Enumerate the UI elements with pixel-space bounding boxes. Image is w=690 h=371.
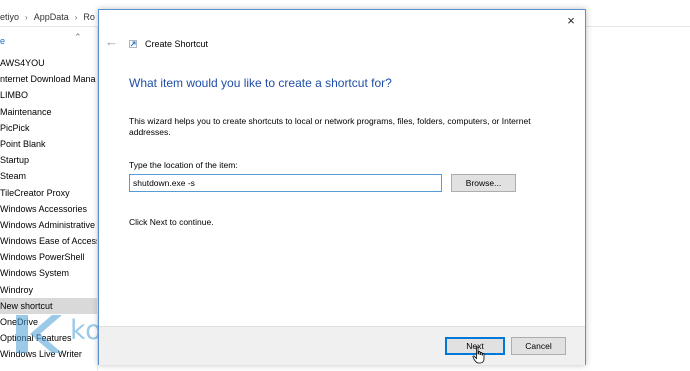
breadcrumb-item[interactable]: AppData: [34, 12, 69, 22]
navigation-pane: AWS4YOU nternet Download Mana LIMBO Main…: [0, 55, 97, 363]
nav-item[interactable]: Windroy: [0, 282, 97, 298]
nav-item[interactable]: AWS4YOU: [0, 55, 97, 71]
shortcut-icon: [129, 40, 137, 48]
nav-item[interactable]: Startup: [0, 152, 97, 168]
nav-item[interactable]: Windows Administrative: [0, 217, 97, 233]
continue-hint: Click Next to continue.: [129, 217, 214, 227]
chevron-right-icon: ›: [25, 12, 28, 22]
nav-pane-header-label: e: [0, 36, 6, 46]
location-input[interactable]: shutdown.exe -s: [129, 174, 442, 192]
chevron-right-icon: ›: [74, 12, 78, 22]
nav-item[interactable]: Windows System: [0, 265, 97, 281]
mouse-cursor-icon: [472, 346, 485, 364]
nav-item[interactable]: Windows Accessories: [0, 201, 97, 217]
nav-item[interactable]: nternet Download Mana: [0, 71, 97, 87]
dialog-footer: Next Cancel: [99, 326, 585, 365]
nav-item[interactable]: TileCreator Proxy: [0, 185, 97, 201]
location-label: Type the location of the item:: [129, 160, 238, 170]
wizard-heading: What item would you like to create a sho…: [129, 76, 392, 90]
breadcrumb-item[interactable]: etiyo: [0, 12, 19, 22]
nav-item[interactable]: PicPick: [0, 120, 97, 136]
wizard-description: This wizard helps you to create shortcut…: [129, 116, 531, 137]
nav-item[interactable]: Optional Features: [0, 330, 97, 346]
close-icon[interactable]: ×: [563, 13, 579, 29]
cancel-button[interactable]: Cancel: [511, 337, 566, 355]
nav-item[interactable]: Windows Live Writer: [0, 346, 97, 362]
dialog-title: Create Shortcut: [145, 39, 209, 49]
nav-item[interactable]: Steam: [0, 168, 97, 184]
nav-item[interactable]: Windows Ease of Access: [0, 233, 97, 249]
chevron-up-icon[interactable]: ⌃: [74, 32, 82, 43]
nav-item[interactable]: Point Blank: [0, 136, 97, 152]
create-shortcut-dialog: × ← Create Shortcut What item would you …: [98, 9, 586, 365]
breadcrumb-item[interactable]: Ro: [83, 12, 95, 22]
nav-item-selected[interactable]: New shortcut: [0, 297, 97, 314]
back-arrow-icon[interactable]: ←: [105, 35, 119, 48]
nav-item[interactable]: LIMBO: [0, 87, 97, 103]
nav-item[interactable]: OneDrive: [0, 314, 97, 330]
browse-button[interactable]: Browse...: [451, 174, 516, 192]
nav-item[interactable]: Maintenance: [0, 104, 97, 120]
nav-pane-header[interactable]: e ⌃: [0, 32, 97, 48]
nav-item[interactable]: Windows PowerShell: [0, 249, 97, 265]
